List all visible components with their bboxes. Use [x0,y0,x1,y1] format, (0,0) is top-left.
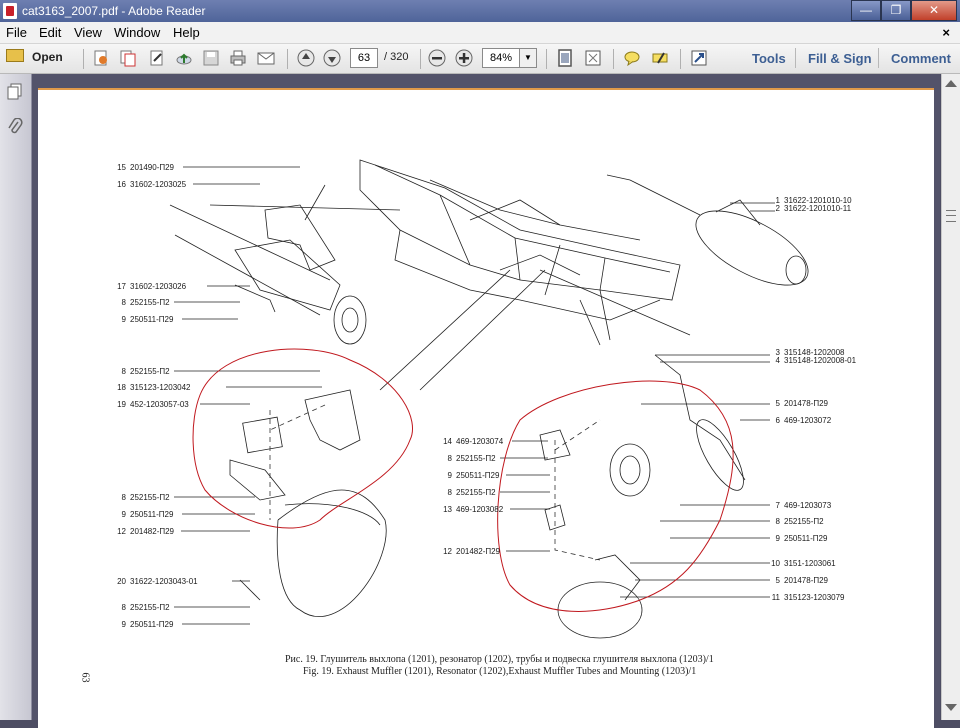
part-label: 8 252155-П2 [121,493,170,502]
part-label: 5 201478-П29 [775,399,829,408]
adobe-reader-window: { "window": {"title": "cat3163_2007.pdf … [0,0,960,728]
part-label: 9 250511-П29 [121,510,174,519]
navigation-panel [0,74,32,720]
folder-icon [6,49,24,62]
figure-caption-en: Fig. 19. Exhaust Muffler (1201), Resonat… [303,666,697,677]
edit-pdf-icon[interactable] [148,49,166,67]
part-label: 10 3151-1203061 [771,559,836,568]
part-label: 9 250511-П29 [775,534,828,543]
zoom-input[interactable]: 84% [482,48,520,68]
scroll-up-icon[interactable] [945,80,957,87]
menu-help[interactable]: Help [173,25,200,40]
part-label: 4 315148-1202008-01 [775,356,857,365]
divider [878,48,879,68]
part-label: 8 252155-П2 [121,298,170,307]
part-label: 12 201482-П29 [443,547,501,556]
scroll-down-icon[interactable] [945,704,957,711]
close-button[interactable]: ✕ [911,0,957,21]
part-label: 14 469-1203074 [443,437,504,446]
part-label: 8 252155-П2 [121,367,170,376]
divider [613,49,614,69]
part-label: 15 201490-П29 [117,163,175,172]
open-label: Open [32,50,63,64]
highlight-icon[interactable] [651,49,669,67]
create-pdf-icon[interactable] [92,49,110,67]
open-button[interactable]: Open [6,49,63,64]
upload-cloud-icon[interactable] [175,49,193,67]
divider [287,49,288,69]
page-thumbnails-icon[interactable] [7,83,23,101]
zoom-dropdown-chevron-icon[interactable]: ▼ [519,48,537,68]
part-label: 8 252155-П2 [121,603,170,612]
next-page-icon[interactable] [323,49,341,67]
part-label: 8 252155-П2 [447,488,496,497]
menu-bar: File Edit View Window Help × [0,22,960,44]
adobe-reader-icon [3,3,17,19]
close-document-icon[interactable]: × [942,25,950,40]
page-number-input[interactable]: 63 [350,48,378,68]
vertical-scrollbar[interactable] [941,74,960,720]
part-label: 5 201478-П29 [775,576,829,585]
page-total: / 320 [384,51,409,63]
window-controls: — ❐ ✕ [851,0,957,21]
part-label: 6 469-1203072 [775,416,832,425]
part-label: 7 469-1203073 [775,501,832,510]
menu-file[interactable]: File [6,25,27,40]
part-label: 12 201482-П29 [117,527,175,536]
page-number: 63 [79,672,91,683]
email-icon[interactable] [257,49,275,67]
divider [795,48,796,68]
fill-sign-pane-button[interactable]: Fill & Sign [808,51,872,66]
print-icon[interactable] [229,49,247,67]
part-label: 17 31602-1203026 [117,282,187,291]
zoom-in-icon[interactable] [455,49,473,67]
part-label: 13 469-1203082 [443,505,504,514]
part-label: 2 31622-1201010-11 [775,204,852,213]
attachments-paperclip-icon[interactable] [7,118,23,136]
divider [546,49,547,69]
menu-edit[interactable]: Edit [39,25,61,40]
part-label: 8 252155-П2 [775,517,824,526]
previous-page-icon[interactable] [297,49,315,67]
expand-icon[interactable] [690,49,708,67]
part-label: 19 452-1203057-03 [117,400,189,409]
fit-page-icon[interactable] [556,49,574,67]
tools-pane-button[interactable]: Tools [752,51,786,66]
menu-view[interactable]: View [74,25,102,40]
divider [680,49,681,69]
figure-caption-ru: Рис. 19. Глушитель выхлопа (1201), резон… [285,654,714,665]
title-bar: cat3163_2007.pdf - Adobe Reader — ❐ ✕ [0,0,960,22]
fit-width-icon[interactable] [584,49,602,67]
comment-bubble-icon[interactable] [623,49,641,67]
minimize-button[interactable]: — [851,0,881,21]
scroll-thumb[interactable] [946,210,956,222]
combine-files-icon[interactable] [119,49,137,67]
part-label: 9 250511-П29 [121,315,174,324]
zoom-out-icon[interactable] [428,49,446,67]
comment-pane-button[interactable]: Comment [891,51,951,66]
part-label: 18 315123-1203042 [117,383,191,392]
menu-window[interactable]: Window [114,25,160,40]
divider [83,49,84,69]
part-label: 16 31602-1203025 [117,180,187,189]
part-label: 9 250511-П29 [447,471,500,480]
part-label: 11 315123-1203079 [771,593,845,602]
part-label: 8 252155-П2 [447,454,496,463]
part-label: 9 250511-П29 [121,620,174,629]
maximize-button[interactable]: ❐ [881,0,911,21]
part-label: 20 31622-1203043-01 [117,577,198,586]
window-title: cat3163_2007.pdf - Adobe Reader [22,4,206,18]
save-icon[interactable] [202,49,220,67]
divider [420,49,421,69]
